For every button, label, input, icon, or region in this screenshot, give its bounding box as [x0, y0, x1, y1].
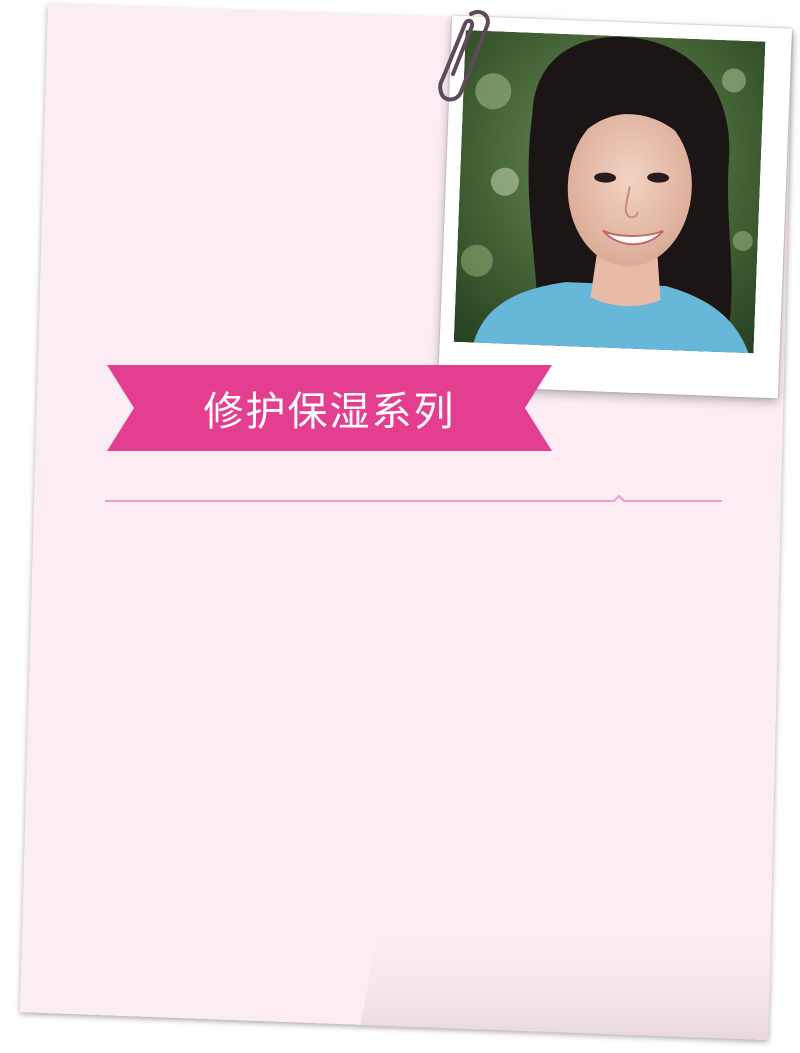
title-banner: 修护保湿系列	[107, 365, 552, 451]
portrait-illustration	[453, 30, 766, 354]
paperclip-icon	[438, 9, 490, 102]
stage: 修护保湿系列	[0, 0, 800, 1053]
portrait-photo	[453, 30, 766, 354]
banner-title: 修护保湿系列	[203, 389, 456, 435]
section-divider	[105, 494, 722, 502]
paper-curl-shade	[360, 920, 778, 1040]
